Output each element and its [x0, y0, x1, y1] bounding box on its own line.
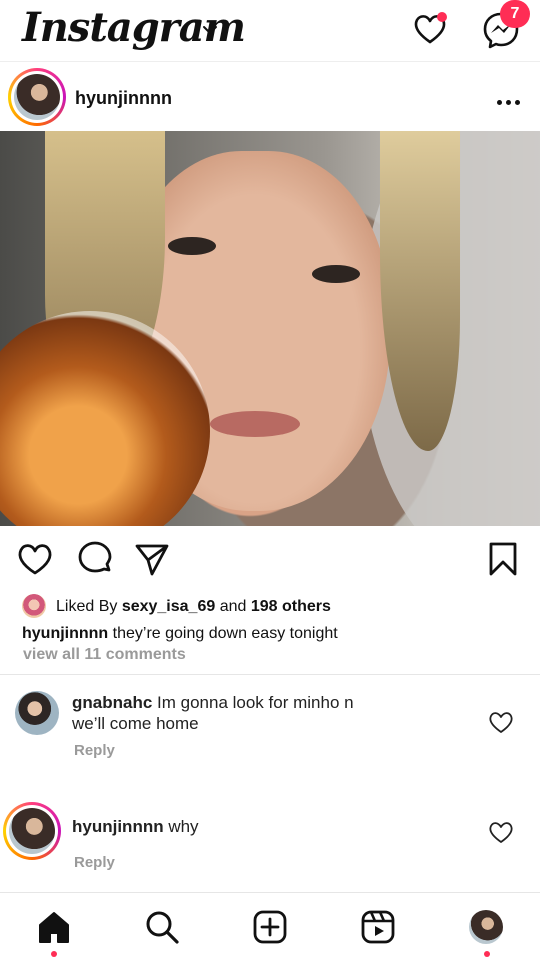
post-username[interactable]: hyunjinnnn: [75, 88, 172, 109]
avatar: [14, 74, 60, 120]
search-icon[interactable]: [144, 909, 180, 945]
home-icon[interactable]: [36, 909, 72, 945]
story-ring[interactable]: [8, 68, 66, 126]
liked-by-others[interactable]: 198 others: [251, 598, 331, 615]
top-bar: Instagram 7: [0, 0, 540, 62]
comment-item: hyunjinnnn why Reply: [0, 800, 540, 880]
reply-button[interactable]: Reply: [74, 742, 115, 759]
view-all-comments-link[interactable]: view all 11 comments: [23, 646, 186, 664]
post-header: hyunjinnnn: [0, 63, 540, 131]
comment-item: gnabnahc Im gonna look for minho n we’ll…: [0, 688, 540, 768]
more-options-button[interactable]: [497, 92, 525, 105]
profile-avatar[interactable]: [469, 910, 503, 944]
caption-text: they’re going down easy tonight: [108, 625, 338, 642]
comment-text: Im gonna look for minho n: [152, 693, 354, 712]
more-dots-icon: [497, 100, 502, 105]
save-bookmark-icon[interactable]: [484, 540, 522, 578]
liked-by-row[interactable]: Liked By sexy_isa_69 and 198 others: [0, 592, 540, 620]
comment-text-line2: we’ll come home: [72, 714, 199, 733]
liked-by-text: Liked By sexy_isa_69 and 198 others: [56, 598, 331, 615]
comment-like-icon[interactable]: [488, 820, 514, 844]
bottom-nav: [0, 892, 540, 960]
commenter-avatar[interactable]: [15, 691, 59, 735]
home-active-dot: [51, 951, 57, 957]
comment-icon[interactable]: [76, 540, 114, 578]
reply-button[interactable]: Reply: [74, 854, 115, 871]
profile-active-dot: [484, 951, 490, 957]
story-ring[interactable]: [3, 802, 61, 860]
create-post-icon[interactable]: [252, 909, 288, 945]
commenter-avatar: [9, 808, 55, 854]
post-caption: hyunjinnnn they’re going down easy tonig…: [22, 625, 338, 643]
comment-username[interactable]: gnabnahc: [72, 693, 152, 712]
activity-button[interactable]: [411, 10, 449, 48]
messages-badge: 7: [500, 0, 530, 28]
post-photo[interactable]: [0, 131, 540, 526]
comment-text: why: [163, 817, 199, 836]
liked-by-user[interactable]: sexy_isa_69: [122, 598, 215, 615]
chevron-down-icon[interactable]: [200, 20, 220, 40]
like-heart-icon[interactable]: [16, 540, 54, 578]
notification-dot: [437, 12, 447, 22]
comment-like-icon[interactable]: [488, 710, 514, 734]
reels-icon[interactable]: [360, 909, 396, 945]
comment-username[interactable]: hyunjinnnn: [72, 817, 164, 836]
caption-username[interactable]: hyunjinnnn: [22, 625, 108, 642]
liker-avatar: [22, 594, 46, 618]
share-icon[interactable]: [133, 540, 171, 578]
post-actions: [0, 526, 540, 590]
